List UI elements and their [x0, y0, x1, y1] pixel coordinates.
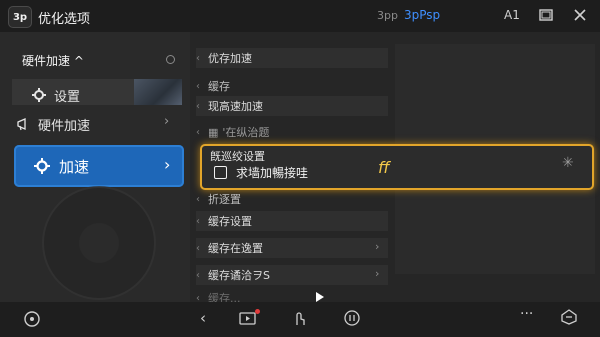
page-title: 优化选项 [38, 12, 91, 27]
list-item[interactable]: ‹ 缓存在逸置 [196, 238, 263, 258]
chevron-right-icon: › [164, 114, 170, 129]
version-label[interactable]: 3pPsp [404, 8, 440, 22]
panel-header-label: 优存加速 [208, 52, 252, 65]
chevron-right-icon: › [164, 155, 171, 174]
app-logo: 3p [8, 6, 32, 28]
megaphone-icon [16, 117, 30, 131]
gear-icon [32, 88, 46, 102]
window-label[interactable]: A1 [504, 8, 520, 22]
list-item-label: 缓存在逸置 [208, 242, 263, 255]
sidebar-item-settings[interactable]: 设置 [32, 82, 80, 108]
section-adjust: ‹ 折逐置 [196, 189, 241, 209]
settings-dot-icon[interactable] [166, 55, 175, 64]
sidebar-item-label: 设置 [54, 89, 81, 105]
chevron-left-icon: ‹ [196, 269, 200, 281]
version-sub-label: 3pp [377, 9, 398, 22]
chevron-left-icon: ‹ [196, 126, 200, 138]
controller-wheel [42, 186, 156, 300]
highlighted-setting[interactable]: 旣巡绞设置 求墙加暢接哇 ff ✳ [200, 144, 594, 190]
chevron-left-icon: ‹ [196, 80, 200, 92]
more-icon[interactable]: ··· [520, 306, 533, 322]
compass-icon[interactable] [23, 310, 41, 331]
sidebar-item-label: 硬件加速 [38, 118, 91, 134]
close-icon[interactable] [572, 7, 588, 23]
thumbnail-image [134, 79, 182, 105]
list-item-label: 缓存谲洽ヲS [208, 269, 270, 282]
media-icon[interactable] [239, 310, 257, 329]
highlight-text: 求墙加暢接哇 [236, 166, 309, 180]
gear-icon [34, 158, 50, 177]
sidebar-item-hardware[interactable]: 硬件加速 [16, 111, 90, 137]
list-item-label: 现高速加速 [208, 100, 263, 113]
list-item[interactable]: ‹ ▦ '在纵治题 [196, 122, 269, 142]
list-item[interactable]: ‹ 缓存谲洽ヲS [196, 265, 270, 285]
list-item-label: 缓存设置 [208, 215, 252, 228]
maximize-icon[interactable] [538, 7, 554, 23]
notification-badge [255, 309, 260, 314]
chevron-left-icon: ‹ [196, 193, 200, 205]
chevron-left-icon: ‹ [196, 100, 200, 112]
power-icon[interactable] [343, 309, 361, 330]
list-item[interactable]: ‹ 现高速加速 [196, 96, 263, 116]
sparkle-icon[interactable]: ✳ [562, 155, 574, 171]
chevron-left-icon: ‹ [196, 215, 200, 227]
chevron-right-icon: › [375, 267, 380, 280]
chevron-left-icon: ‹ [196, 52, 200, 64]
chevron-right-icon: › [375, 240, 380, 253]
sidebar-item-label: 加速 [59, 158, 90, 176]
play-icon[interactable] [316, 292, 324, 302]
list-item[interactable]: ‹ 缓存设置 [196, 211, 252, 231]
checkbox-icon[interactable] [214, 166, 227, 179]
chat-icon[interactable] [560, 308, 578, 329]
section-label: 折逐置 [208, 193, 241, 206]
sidebar-header[interactable]: 硬件加速 ^ [22, 52, 84, 69]
list-item-label: '在纵治题 [222, 126, 270, 139]
back-icon[interactable]: ‹ [200, 309, 206, 327]
section-label: 缓存 [208, 80, 230, 93]
panel-header[interactable]: ‹ 优存加速 [196, 48, 252, 68]
highlight-symbol: ff [378, 158, 390, 177]
section-cache: ‹ 缓存 [196, 76, 230, 96]
touch-icon[interactable] [292, 309, 308, 330]
grid-icon: ▦ [208, 125, 219, 139]
chevron-left-icon: ‹ [196, 242, 200, 254]
highlight-heading: 旣巡绞设置 [210, 150, 265, 163]
sidebar-item-accelerate[interactable]: 加速 › [14, 145, 184, 187]
